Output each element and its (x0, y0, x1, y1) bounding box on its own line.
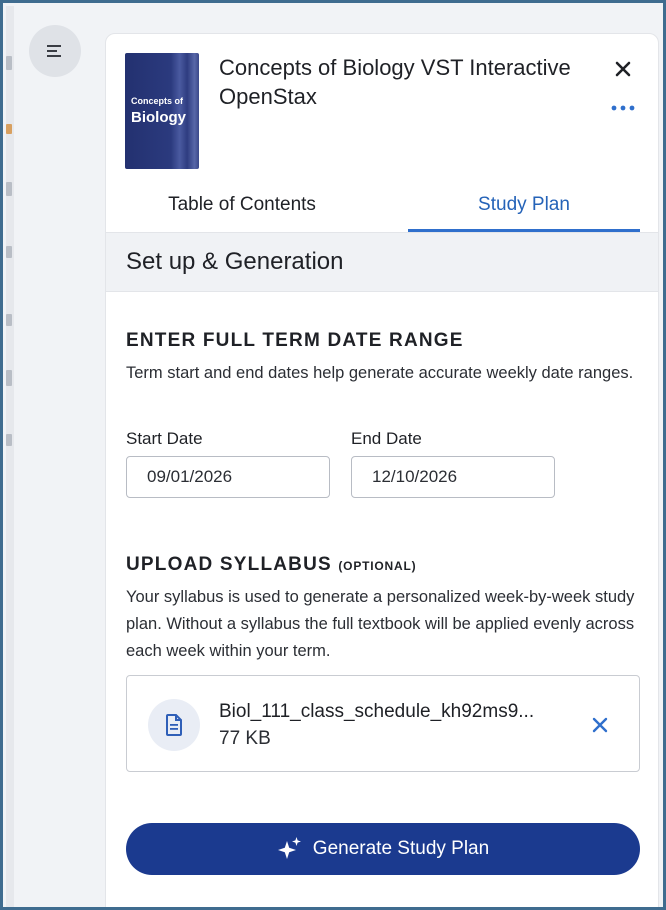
optional-tag: (OPTIONAL) (338, 559, 417, 573)
hamburger-menu-icon (47, 45, 61, 57)
menu-button[interactable] (29, 25, 81, 77)
book-panel: Concepts of Biology Concepts of Biology … (105, 33, 659, 907)
document-icon (166, 714, 182, 736)
file-name: Biol_111_class_schedule_kh92ms9... (219, 701, 535, 722)
syllabus-heading: UPLOAD SYLLABUS (OPTIONAL) (126, 554, 416, 576)
app-frame: Concepts of Biology Concepts of Biology … (0, 0, 666, 910)
term-description: Term start and end dates help generate a… (126, 364, 634, 382)
book-title: Concepts of Biology VST Interactive Open… (219, 55, 571, 109)
syllabus-description: Your syllabus is used to generate a pers… (126, 588, 635, 660)
panel-tabs: Table of Contents Study Plan (106, 179, 658, 233)
cover-subtitle: Concepts of (131, 96, 184, 106)
tab-study-plan[interactable]: Study Plan (408, 179, 640, 231)
term-heading: ENTER FULL TERM DATE RANGE (126, 330, 464, 351)
strip-mark (6, 314, 12, 326)
strip-mark (6, 434, 12, 446)
start-date-input[interactable] (126, 456, 330, 498)
strip-mark (6, 124, 12, 134)
tab-table-of-contents[interactable]: Table of Contents (126, 179, 358, 231)
end-date-label: End Date (351, 429, 422, 448)
book-cover: Concepts of Biology (125, 53, 199, 169)
strip-mark (6, 182, 12, 196)
section-title: Set up & Generation (126, 248, 344, 275)
file-icon-badge (148, 699, 200, 751)
syllabus-heading-text: UPLOAD SYLLABUS (126, 554, 332, 575)
close-panel-button[interactable] (608, 54, 638, 84)
strip-mark (6, 246, 12, 258)
end-date-input[interactable] (351, 456, 555, 498)
generate-button-label: Generate Study Plan (312, 838, 490, 859)
cover-title: Biology (131, 109, 186, 126)
generate-study-plan-button[interactable]: Generate Study Plan (126, 823, 640, 875)
uploaded-file-card: Biol_111_class_schedule_kh92ms9... 77 KB (126, 675, 640, 772)
remove-file-button[interactable] (585, 710, 615, 740)
close-icon (615, 61, 631, 77)
strip-mark (6, 370, 12, 386)
close-icon (592, 717, 608, 733)
more-options-button[interactable] (608, 96, 638, 120)
sparkle-icon (277, 837, 301, 859)
file-size: 77 KB (219, 728, 271, 749)
more-horizontal-icon (611, 105, 635, 111)
section-header: Set up & Generation (106, 232, 658, 292)
start-date-label: Start Date (126, 429, 203, 448)
strip-mark (6, 56, 12, 70)
background-page-strip (6, 6, 14, 907)
